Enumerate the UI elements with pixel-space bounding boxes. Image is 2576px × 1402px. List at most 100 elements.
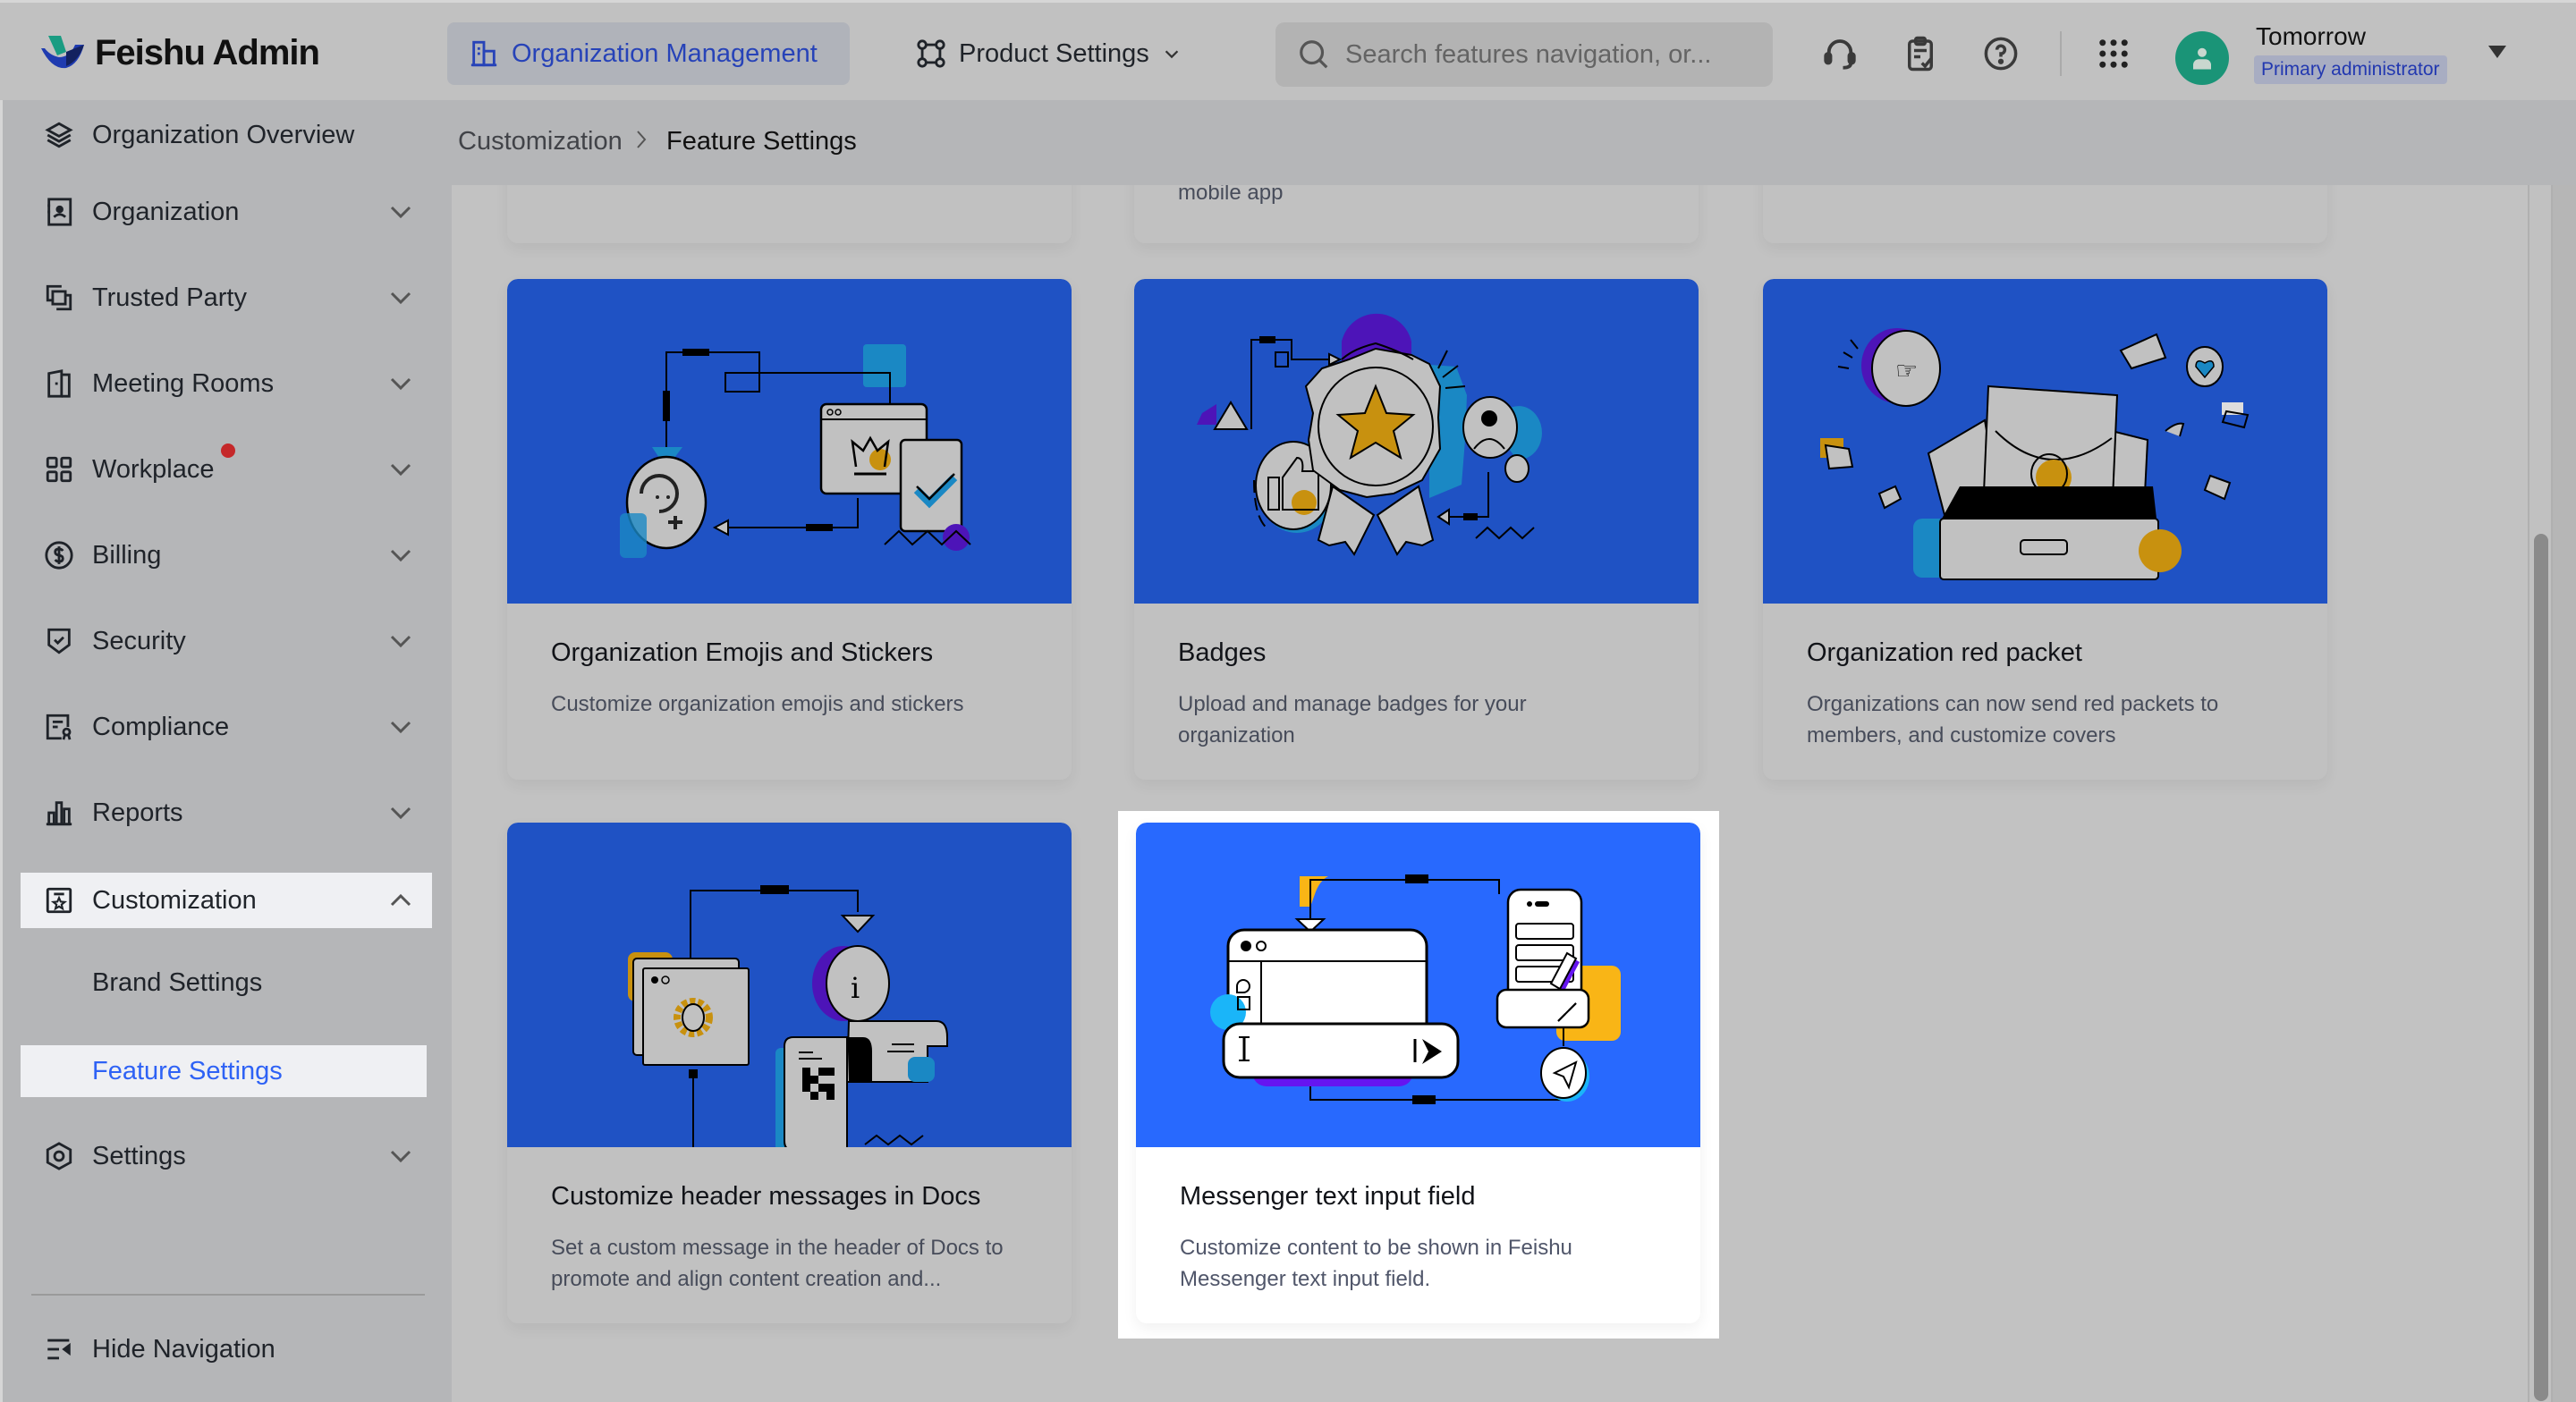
apps-grid-icon[interactable] — [2095, 35, 2132, 72]
sidebar-item-reports[interactable]: Reports — [21, 785, 432, 840]
app-logo[interactable]: Feishu Admin — [39, 33, 320, 73]
breadcrumb-item-feature-settings: Feature Settings — [666, 127, 857, 156]
shield-check-icon — [47, 628, 71, 655]
sidebar-item-security[interactable]: Security — [21, 613, 432, 669]
building-icon — [470, 40, 497, 67]
chevron-down-icon — [390, 807, 411, 820]
search-box[interactable] — [1275, 22, 1773, 87]
svg-text:☞: ☞ — [1895, 356, 1918, 385]
card-description: Customize content to be shown in Feishu … — [1180, 1236, 1572, 1291]
sidebar-subitem-label: Brand Settings — [92, 967, 263, 997]
docs-header-illustration: i — [507, 823, 1072, 1147]
feature-card-badges[interactable]: Badges Upload and manage badges for your… — [1134, 279, 1699, 780]
headset-icon[interactable] — [1821, 35, 1859, 72]
sidebar-item-settings[interactable]: Settings — [21, 1128, 432, 1184]
svg-text:i: i — [851, 971, 860, 1005]
chevron-down-icon — [390, 291, 411, 305]
chevron-down-icon — [390, 721, 411, 734]
tab-label: Product Settings — [959, 38, 1149, 68]
feature-card-partial[interactable]: mobile app — [1134, 185, 1699, 243]
sidebar-subitem-feature-settings[interactable]: Feature Settings — [21, 1045, 427, 1097]
certificate-icon — [46, 714, 72, 740]
tab-product-settings[interactable]: Product Settings — [894, 22, 1203, 85]
emoji-illustration-graphic — [620, 344, 971, 558]
badge-illustration-graphic — [1197, 313, 1542, 556]
sidebar-item-organization-overview[interactable]: Organization Overview — [21, 107, 432, 163]
red-packet-illustration: ☞ — [1763, 279, 2327, 604]
chevron-down-icon — [390, 1150, 411, 1163]
user-menu-caret-icon[interactable] — [2488, 46, 2506, 58]
search-input[interactable] — [1345, 39, 1739, 70]
chevron-down-icon — [390, 549, 411, 562]
badge-illustration — [1134, 279, 1699, 604]
chevron-down-icon — [1165, 50, 1179, 59]
feature-cards-area: mobile app Organization Emojis and Stick… — [452, 185, 2536, 1402]
feature-card-messenger-input[interactable]: Messenger text input field Customize con… — [1136, 823, 1700, 1323]
help-icon[interactable] — [1982, 35, 2020, 72]
clipboard-check-icon[interactable] — [1902, 35, 1939, 72]
linked-squares-icon — [46, 284, 72, 311]
dollar-icon — [45, 541, 73, 570]
card-title: Organization Emojis and Stickers — [551, 638, 934, 667]
tab-organization-management[interactable]: Organization Management — [447, 22, 850, 85]
chevron-down-icon — [390, 206, 411, 219]
sidebar-item-label: Compliance — [92, 712, 230, 741]
sidebar-item-trusted-party[interactable]: Trusted Party — [21, 270, 432, 325]
sidebar-item-label: Trusted Party — [92, 283, 247, 312]
sidebar-item-organization[interactable]: Organization — [21, 184, 432, 240]
contact-book-icon — [47, 198, 72, 226]
search-icon — [1300, 40, 1328, 69]
scrollbar-track[interactable] — [2528, 185, 2553, 1402]
feature-card-partial[interactable] — [507, 185, 1072, 243]
avatar[interactable] — [2175, 31, 2229, 85]
sidebar-item-workplace[interactable]: Workplace — [21, 442, 432, 497]
sidebar-item-billing[interactable]: Billing — [21, 528, 432, 583]
sidebar: Organization Overview Organization Trust… — [0, 100, 452, 1402]
door-icon — [47, 369, 71, 398]
top-bar: Feishu Admin Organization Management Pro… — [0, 0, 2576, 100]
sidebar-item-customization[interactable]: Customization — [21, 873, 432, 928]
chevron-right-icon — [637, 131, 647, 148]
sidebar-item-label: Settings — [92, 1141, 186, 1170]
grid-icon — [46, 456, 72, 483]
window-edge — [2553, 100, 2576, 1402]
app-title: Feishu Admin — [95, 33, 320, 72]
red-packet-illustration-graphic: ☞ — [1820, 328, 2250, 580]
sidebar-item-meeting-rooms[interactable]: Meeting Rooms — [21, 356, 432, 411]
user-icon — [2193, 47, 2211, 70]
messenger-input-illustration-graphic — [1210, 874, 1621, 1104]
sidebar-item-label: Reports — [92, 798, 183, 827]
chevron-down-icon — [390, 635, 411, 648]
card-title: Badges — [1178, 638, 1267, 667]
chevron-down-icon — [390, 463, 411, 477]
sidebar-subitem-brand-settings[interactable]: Brand Settings — [21, 957, 427, 1009]
user-role-badge: Primary administrator — [2254, 55, 2447, 84]
card-title: Messenger text input field — [1180, 1182, 1476, 1211]
card-description: Organizations can now send red packets t… — [1807, 692, 2219, 747]
sidebar-item-label: Meeting Rooms — [92, 368, 275, 398]
hex-gear-icon — [46, 1142, 72, 1170]
emoji-illustration — [507, 279, 1072, 604]
feature-card-emojis-stickers[interactable]: Organization Emojis and Stickers Customi… — [507, 279, 1072, 780]
feature-card-docs-header[interactable]: i Customize header messages in Docs Set … — [507, 823, 1072, 1323]
sidebar-item-label: Customization — [92, 885, 257, 915]
hide-navigation-button[interactable]: Hide Navigation — [21, 1322, 432, 1377]
card-description: Set a custom message in the header of Do… — [551, 1236, 1004, 1291]
feishu-logo-icon — [41, 35, 84, 68]
tab-label: Organization Management — [512, 38, 818, 68]
header-divider — [2060, 31, 2062, 76]
breadcrumb-item-customization[interactable]: Customization — [458, 127, 623, 156]
sidebar-item-label: Workplace — [92, 454, 215, 484]
scrollbar-thumb[interactable] — [2534, 534, 2548, 1401]
card-description: Upload and manage badges for your organi… — [1178, 692, 1527, 747]
card-title: Customize header messages in Docs — [551, 1182, 981, 1211]
card-description: Customize organization emojis and sticke… — [551, 692, 964, 716]
feature-card-red-packet[interactable]: ☞ Organization red packet Organizations … — [1763, 279, 2327, 780]
notification-dot — [221, 443, 235, 458]
sidebar-item-compliance[interactable]: Compliance — [21, 699, 432, 755]
bar-chart-icon — [46, 801, 72, 826]
feature-card-partial[interactable] — [1763, 185, 2327, 243]
chevron-up-icon — [390, 893, 411, 907]
sidebar-item-label: Organization — [92, 197, 240, 226]
messenger-input-illustration — [1136, 823, 1700, 1147]
